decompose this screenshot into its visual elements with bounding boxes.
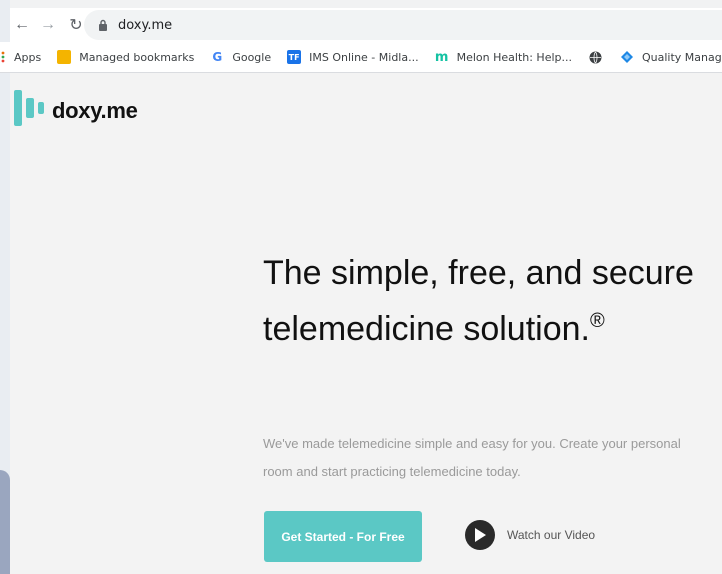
hero-headline: The simple, free, and secure telemedicin…	[263, 245, 703, 357]
browser-toolbar: ← → ↻ doxy.me	[10, 8, 722, 42]
bookmark-quality[interactable]: Quality Manageme...	[620, 50, 722, 64]
bookmark-label: Managed bookmarks	[79, 50, 195, 64]
diamond-icon	[620, 50, 634, 64]
doxy-logo[interactable]: doxy.me	[14, 88, 138, 133]
logo-text: doxy.me	[52, 97, 138, 123]
get-started-button[interactable]: Get Started - For Free	[264, 511, 422, 562]
registered-mark: ®	[589, 310, 605, 332]
url-text[interactable]: doxy.me	[118, 18, 172, 33]
bookmark-label: Google	[232, 50, 272, 64]
doxy-logo-icon	[14, 88, 44, 133]
forward-arrow-icon[interactable]: →	[36, 13, 60, 37]
bookmark-label: Quality Manageme...	[642, 50, 722, 64]
ims-icon: TF	[287, 50, 302, 64]
bookmark-melon[interactable]: m Melon Health: Help...	[434, 49, 572, 65]
bookmark-label: Apps	[14, 50, 42, 64]
folder-icon	[57, 50, 72, 64]
bookmark-ims[interactable]: TF IMS Online - Midla...	[287, 50, 419, 64]
headline-text: The simple, free, and secure telemedicin…	[263, 254, 694, 348]
bookmark-google[interactable]: G Google	[210, 50, 271, 64]
bookmark-apps[interactable]: Apps	[0, 50, 41, 64]
back-arrow-icon[interactable]: ←	[10, 13, 34, 37]
watch-video-label[interactable]: Watch our Video	[507, 528, 595, 542]
lock-icon	[98, 19, 108, 31]
google-icon: G	[212, 50, 223, 64]
address-bar[interactable]: doxy.me	[84, 10, 722, 40]
doxy-landing-page: doxy.me The simple, free, and secure tel…	[10, 73, 722, 574]
melon-icon: m	[434, 49, 449, 65]
hero-subtext: We've made telemedicine simple and easy …	[263, 436, 681, 479]
bookmark-managed[interactable]: Managed bookmarks	[57, 50, 194, 64]
apps-grid-icon	[0, 50, 6, 64]
bookmark-label: Melon Health: Help...	[456, 50, 572, 64]
globe-icon	[588, 50, 602, 64]
decorative-shape	[0, 470, 10, 574]
play-icon[interactable]	[465, 520, 495, 550]
bookmark-globe[interactable]	[588, 50, 610, 64]
bookmarks-bar: Apps Managed bookmarks G Google TF IMS O…	[0, 42, 722, 73]
watch-video-link[interactable]: Watch our Video	[465, 520, 595, 550]
bookmark-label: IMS Online - Midla...	[309, 50, 419, 64]
